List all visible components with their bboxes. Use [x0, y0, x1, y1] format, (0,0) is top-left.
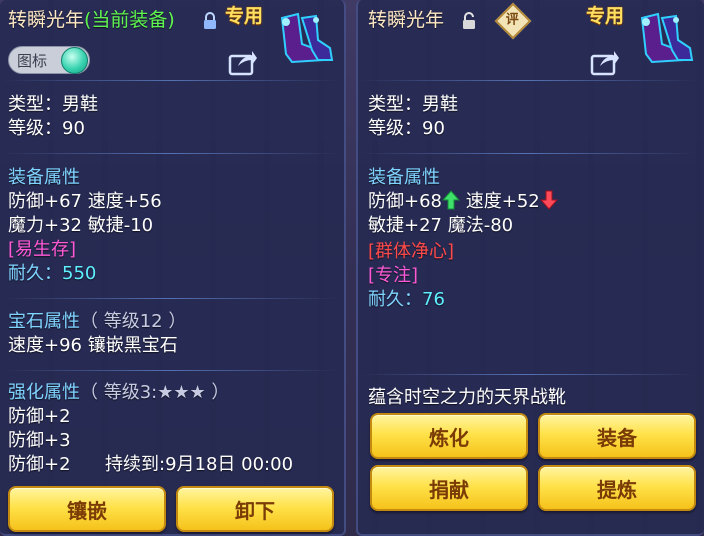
inlay-button[interactable]: 镶嵌: [8, 486, 166, 532]
divider: [358, 374, 698, 375]
level-line: 等级：90: [8, 118, 85, 139]
enhance-header: 强化属性（ 等级3:★★★ ）: [8, 382, 230, 403]
enhance-line-1: 防御+2: [8, 406, 71, 427]
arrow-down-icon: [539, 190, 558, 210]
divider: [358, 153, 698, 154]
evaluate-badge-label: 评: [505, 12, 519, 28]
level-line: 等级：90: [368, 118, 445, 139]
toggle-label: 图标: [17, 52, 48, 70]
special-effect-2: [专注]: [368, 265, 419, 286]
donate-button[interactable]: 捐献: [370, 465, 528, 511]
attr-line-2: 魔力+32 敏捷-10: [8, 215, 154, 236]
lock-closed-icon: [204, 12, 216, 29]
item-description: 蕴含时空之力的天界战靴: [368, 387, 566, 408]
attr-line-1: 防御+68 速度+52: [368, 190, 558, 214]
boot-icon[interactable]: [272, 10, 336, 70]
divider: [0, 370, 340, 371]
type-line: 类型：男鞋: [368, 94, 458, 115]
enhance-line-3: 防御+2: [8, 454, 71, 475]
arrow-up-icon: [442, 190, 460, 210]
type-line: 类型：男鞋: [8, 94, 98, 115]
item-title: 转瞬光年: [368, 9, 445, 31]
equip-button[interactable]: 装备: [538, 413, 696, 459]
divider: [0, 153, 340, 154]
enhance-line-2: 防御+3: [8, 430, 71, 451]
item-title: 转瞬光年(当前装备): [8, 9, 175, 31]
attr-line-1: 防御+67 速度+56: [8, 191, 162, 212]
remove-button[interactable]: 卸下: [176, 486, 334, 532]
exclusive-label: 专用: [225, 5, 264, 27]
icon-toggle[interactable]: 图标: [8, 46, 90, 74]
special-effect: [易生存]: [8, 239, 77, 260]
divider: [0, 298, 340, 299]
share-icon[interactable]: [590, 48, 620, 76]
equip-attr-header: 装备属性: [8, 167, 80, 188]
toggle-knob: [61, 47, 88, 74]
divider: [0, 80, 340, 81]
equip-attr-header: 装备属性: [368, 167, 440, 188]
durability: 耐久：550: [8, 263, 97, 284]
attr-line-2: 敏捷+27 魔法-80: [368, 215, 514, 236]
speed-stat: 速度+52: [465, 191, 540, 212]
enhance-duration: 持续到:9月18日 00:00: [105, 454, 294, 475]
gem-line: 速度+96 镶嵌黑宝石: [8, 335, 178, 356]
durability: 耐久：76: [368, 289, 445, 310]
extract-button[interactable]: 提炼: [538, 465, 696, 511]
gem-header: 宝石属性（ 等级12 ）: [8, 311, 187, 332]
divider: [358, 80, 698, 81]
boot-icon[interactable]: [632, 10, 696, 70]
lock-open-icon: [463, 12, 475, 29]
special-effect-1: [群体净心]: [368, 241, 455, 262]
compare-equipment-panel: 转瞬光年 专用 类型：男鞋 等级：90 装备属性 防御+68 速度+52 敏捷+…: [356, 0, 704, 536]
refine-button[interactable]: 炼化: [370, 413, 528, 459]
share-icon[interactable]: [228, 48, 258, 76]
defense-stat: 防御+68: [368, 191, 442, 212]
exclusive-label: 专用: [586, 5, 625, 27]
current-equipment-panel: 转瞬光年(当前装备) 专用 图标 类型：男鞋 等级：90 装备属性 防御+67 …: [0, 0, 346, 536]
